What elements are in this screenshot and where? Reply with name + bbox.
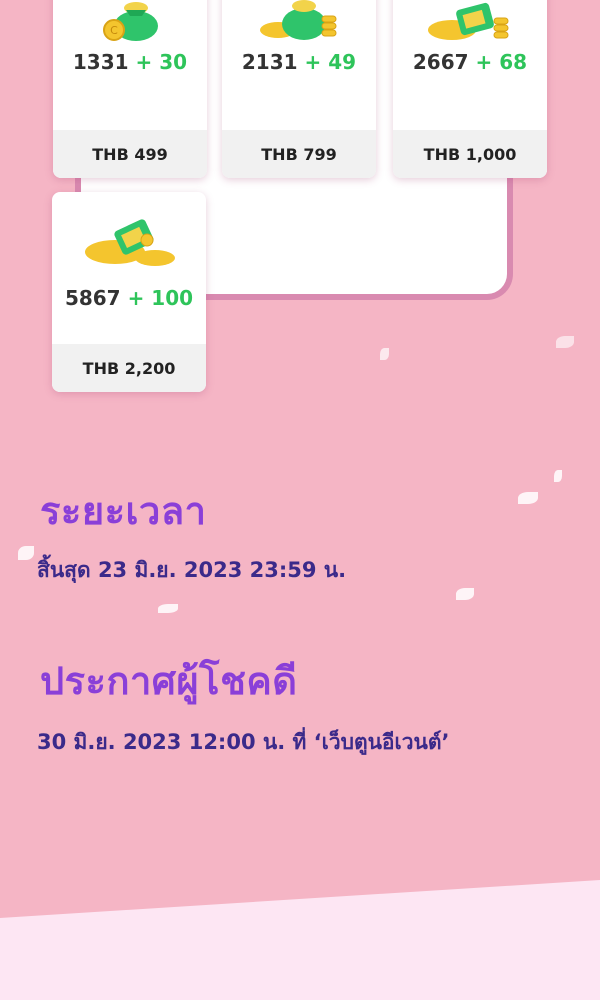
package-amount: 2131 + 49 [241, 50, 357, 74]
package-price: THB 1,000 [393, 130, 547, 178]
package-card-3[interactable]: 2667 + 68 THB 1,000 [393, 0, 547, 178]
announcement-heading: ประกาศผู้โชคดี [40, 659, 298, 703]
package-price: THB 799 [222, 130, 376, 178]
announcement-detail: 30 มิ.ย. 2023 12:00 น. ที่ ‘เว็บตูนอีเวน… [37, 730, 450, 754]
package-bonus: + 68 [475, 50, 528, 74]
coin-bag-small-icon: C [53, 0, 207, 46]
package-price: THB 2,200 [52, 344, 206, 392]
svg-text:C: C [110, 24, 118, 37]
package-amount: 1331 + 30 [72, 50, 188, 74]
coin-chest-icon [393, 0, 547, 46]
petal-decoration [556, 336, 574, 348]
petal-decoration [456, 588, 474, 600]
package-amount: 2667 + 68 [412, 50, 528, 74]
package-bonus: + 49 [304, 50, 357, 74]
period-detail: สิ้นสุด 23 มิ.ย. 2023 23:59 น. [37, 558, 347, 582]
bottom-band [0, 880, 600, 1000]
coin-bag-medium-icon [222, 0, 376, 46]
petal-decoration [518, 492, 538, 504]
package-card-2[interactable]: 2131 + 49 THB 799 [222, 0, 376, 178]
package-price: THB 499 [53, 130, 207, 178]
package-bonus: + 100 [127, 286, 194, 310]
package-card-1[interactable]: C 1331 + 30 THB 499 [53, 0, 207, 178]
petal-decoration [380, 348, 389, 360]
petal-decoration [158, 604, 178, 613]
coin-pile-icon [52, 210, 206, 270]
package-card-4[interactable]: 5867 + 100 THB 2,200 [52, 192, 206, 392]
package-bonus: + 30 [135, 50, 188, 74]
petal-decoration [18, 546, 34, 560]
petal-decoration [554, 470, 562, 482]
package-amount: 5867 + 100 [64, 286, 194, 310]
period-heading: ระยะเวลา [40, 489, 207, 533]
